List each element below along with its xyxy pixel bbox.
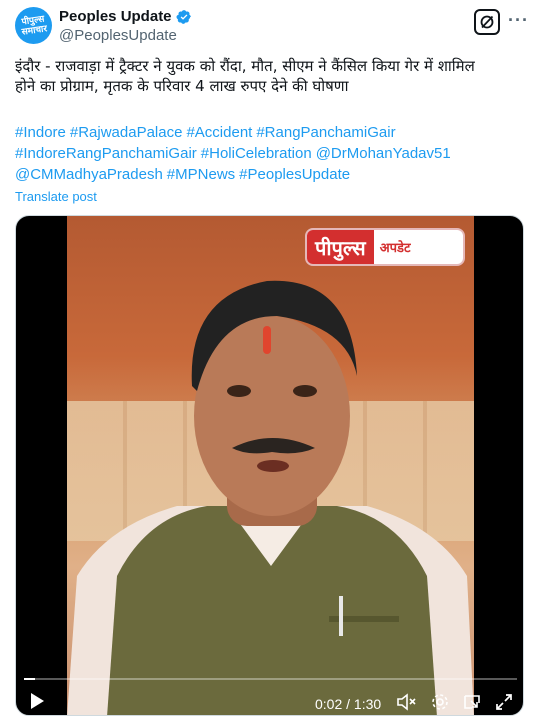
handle[interactable]: @PeoplesUpdate [59,27,177,44]
video-controls: 0:02 / 1:30 [16,688,523,715]
pip-button[interactable] [462,692,482,712]
hashtag-link[interactable]: #Accident [186,124,252,141]
fullscreen-button[interactable] [494,692,514,712]
video-frame[interactable]: पीपुल्स अपडेट [67,216,474,715]
tweet-text-line2: होने का प्रोग्राम, मृतक के परिवार 4 लाख … [15,77,349,95]
logo-left-text: पीपुल्स [307,230,374,264]
mute-button[interactable] [396,692,416,712]
mention-link[interactable]: @DrMohanYadav51 [316,145,451,162]
name-row: Peoples Update [59,8,192,25]
video-progress-fill [24,678,35,680]
grok-icon [480,15,494,29]
mention-link[interactable]: @CMMadhyaPradesh [15,166,163,183]
hashtag-list: #Indore #RajwadaPalace #Accident #RangPanch… [15,122,520,185]
hashtag-link[interactable]: #RangPanchamiGair [256,124,395,141]
play-button[interactable] [28,692,46,710]
play-icon [31,693,44,709]
grok-button[interactable] [474,9,500,35]
channel-logo: पीपुल्स अपडेट [305,228,465,266]
translate-post-link[interactable]: Translate post [15,189,97,204]
display-name[interactable]: Peoples Update [59,8,172,25]
settings-button[interactable] [430,692,450,712]
more-icon: ··· [508,10,529,30]
logo-right-text: अपडेट [379,241,411,256]
fullscreen-icon [496,694,512,710]
picture-in-picture-icon [464,695,480,709]
hashtag-link[interactable]: #MPNews [167,166,235,183]
verified-badge-icon [176,9,191,24]
hashtag-link[interactable]: #PeoplesUpdate [239,166,350,183]
more-options-button[interactable]: ··· [508,10,529,31]
speaker-figure [67,280,474,715]
tweet-text: इंदौर - राजवाड़ा में ट्रैक्टर ने युवक को… [15,56,520,96]
hashtag-link[interactable]: #Indore [15,124,66,141]
hashtag-link[interactable]: #RajwadaPalace [70,124,183,141]
avatar[interactable]: पीपुल्स समाचार [15,7,52,44]
volume-mute-icon [397,693,416,711]
tweet-text-line1: इंदौर - राजवाड़ा में ट्रैक्टर ने युवक को… [15,57,475,75]
gear-icon [432,694,448,710]
video-player[interactable]: पीपुल्स अपडेट 0:02 / 1:30 [15,215,524,716]
video-time: 0:02 / 1:30 [315,696,382,712]
hashtag-link[interactable]: #IndoreRangPanchamiGair [15,145,197,162]
hashtag-link[interactable]: #HoliCelebration [201,145,312,162]
video-progress-bar[interactable] [24,678,517,680]
